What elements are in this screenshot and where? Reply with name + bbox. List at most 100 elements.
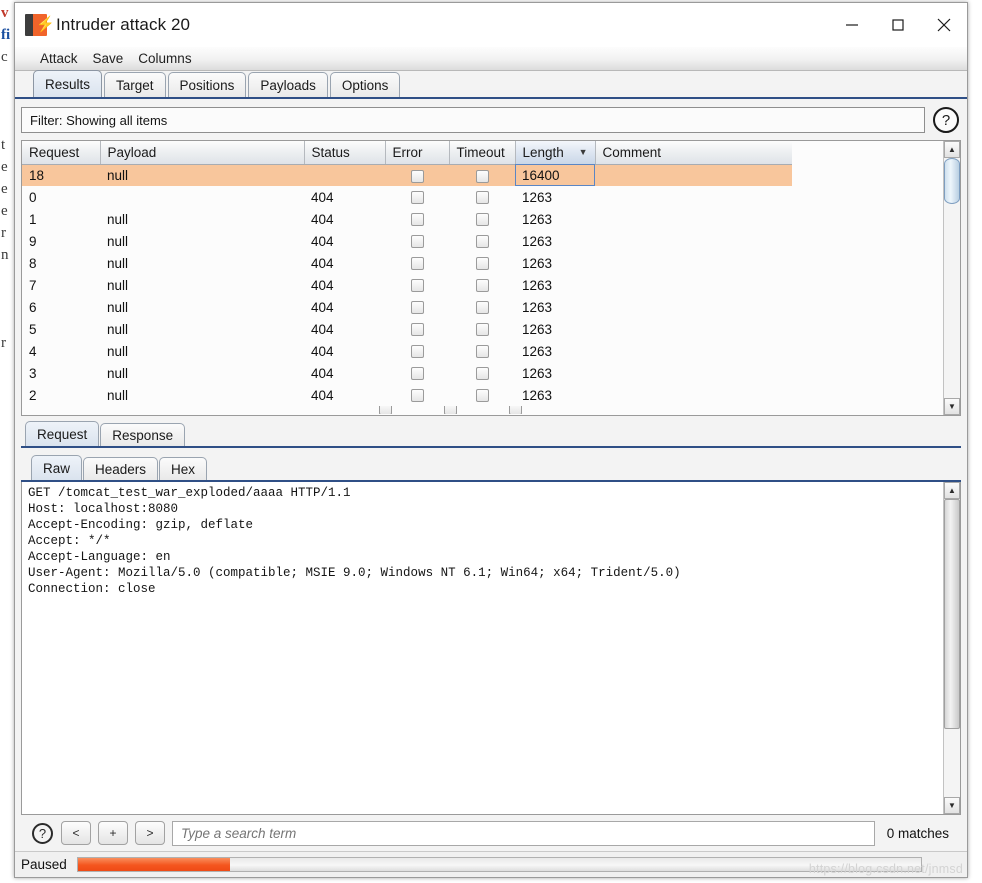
cell-timeout[interactable] [449, 362, 515, 384]
tab-response[interactable]: Response [100, 423, 185, 446]
checkbox-icon[interactable] [411, 191, 424, 204]
cell-status: 404 [304, 296, 385, 318]
checkbox-icon[interactable] [411, 367, 424, 380]
checkbox-icon[interactable] [476, 367, 489, 380]
checkbox-icon[interactable] [476, 235, 489, 248]
cell-error[interactable] [385, 230, 449, 252]
maximize-icon[interactable] [875, 3, 921, 47]
filter-bar[interactable]: Filter: Showing all items [21, 107, 925, 133]
column-header-status[interactable]: Status [304, 141, 385, 164]
checkbox-icon[interactable] [411, 170, 424, 183]
tab-results[interactable]: Results [33, 70, 102, 97]
checkbox-icon[interactable] [476, 257, 489, 270]
request-scrollbar[interactable]: ▲ ▼ [943, 482, 960, 814]
scroll-down-icon[interactable]: ▼ [944, 398, 960, 415]
scrollbar-thumb[interactable] [944, 158, 960, 204]
search-help-icon[interactable]: ? [32, 823, 53, 844]
search-next-button[interactable]: > [135, 821, 165, 845]
close-icon[interactable] [921, 3, 967, 47]
checkbox-icon[interactable] [411, 213, 424, 226]
attack-progress-bar [77, 857, 922, 872]
checkbox-icon[interactable] [411, 389, 424, 402]
request-raw-text[interactable]: GET /tomcat_test_war_exploded/aaaa HTTP/… [22, 482, 943, 814]
menu-item-columns[interactable]: Columns [131, 50, 198, 67]
results-table-scrollbar[interactable]: ▲ ▼ [943, 141, 960, 415]
checkbox-icon[interactable] [476, 389, 489, 402]
checkbox-icon[interactable] [476, 301, 489, 314]
table-row[interactable]: 7null4041263 [22, 274, 792, 296]
table-row[interactable]: 1null4041263 [22, 208, 792, 230]
search-add-button[interactable]: + [98, 821, 128, 845]
cell-error[interactable] [385, 362, 449, 384]
cell-timeout[interactable] [449, 384, 515, 406]
checkbox-icon[interactable] [411, 323, 424, 336]
column-header-comment[interactable]: Comment [595, 141, 792, 164]
table-row[interactable]: 5null4041263 [22, 318, 792, 340]
column-header-request[interactable]: Request [22, 141, 100, 164]
tab-positions[interactable]: Positions [168, 72, 247, 97]
cell-timeout[interactable] [449, 164, 515, 186]
scroll-up-icon[interactable]: ▲ [944, 141, 960, 158]
tab-headers[interactable]: Headers [83, 457, 158, 480]
minimize-icon[interactable] [829, 3, 875, 47]
tab-hex[interactable]: Hex [159, 457, 207, 480]
cell-comment [595, 296, 792, 318]
checkbox-icon[interactable] [411, 301, 424, 314]
column-header-timeout[interactable]: Timeout [449, 141, 515, 164]
cell-timeout[interactable] [449, 296, 515, 318]
tab-raw[interactable]: Raw [31, 455, 82, 480]
checkbox-icon[interactable] [476, 170, 489, 183]
search-previous-button[interactable]: < [61, 821, 91, 845]
column-header-payload[interactable]: Payload [100, 141, 304, 164]
scrollbar-track[interactable] [944, 499, 960, 797]
checkbox-icon[interactable] [476, 191, 489, 204]
cell-error[interactable] [385, 384, 449, 406]
cell-timeout[interactable] [449, 340, 515, 362]
table-row[interactable]: 2null4041263 [22, 384, 792, 406]
scroll-down-icon[interactable]: ▼ [944, 797, 960, 814]
checkbox-icon[interactable] [476, 213, 489, 226]
tab-options[interactable]: Options [330, 72, 401, 97]
cell-timeout[interactable] [449, 274, 515, 296]
cell-error[interactable] [385, 274, 449, 296]
cell-error[interactable] [385, 318, 449, 340]
table-row[interactable]: 9null4041263 [22, 230, 792, 252]
checkbox-icon[interactable] [411, 345, 424, 358]
tab-target[interactable]: Target [104, 72, 166, 97]
checkbox-icon[interactable] [411, 235, 424, 248]
column-header-length[interactable]: Length ▼ [515, 141, 595, 164]
cell-error[interactable] [385, 186, 449, 208]
cell-error[interactable] [385, 296, 449, 318]
checkbox-icon[interactable] [476, 345, 489, 358]
cell-error[interactable] [385, 252, 449, 274]
cell-timeout[interactable] [449, 230, 515, 252]
cell-timeout[interactable] [449, 318, 515, 340]
column-header-error[interactable]: Error [385, 141, 449, 164]
cell-timeout[interactable] [449, 208, 515, 230]
cell-error[interactable] [385, 208, 449, 230]
table-row[interactable]: 04041263 [22, 186, 792, 208]
checkbox-icon[interactable] [411, 279, 424, 292]
checkbox-icon[interactable] [476, 323, 489, 336]
search-input[interactable] [172, 821, 875, 846]
scroll-up-icon[interactable]: ▲ [944, 482, 960, 499]
checkbox-icon[interactable] [411, 257, 424, 270]
cell-error[interactable] [385, 164, 449, 186]
checkbox-icon[interactable] [476, 279, 489, 292]
help-icon[interactable]: ? [933, 107, 959, 133]
scrollbar-track[interactable] [944, 158, 960, 398]
results-table-region: Request Payload Status Error Timeout Len… [21, 140, 961, 416]
table-row[interactable]: 6null4041263 [22, 296, 792, 318]
cell-timeout[interactable] [449, 186, 515, 208]
table-row[interactable]: 4null4041263 [22, 340, 792, 362]
table-row[interactable]: 18null16400 [22, 164, 792, 186]
table-row[interactable]: 8null4041263 [22, 252, 792, 274]
scrollbar-thumb[interactable] [944, 499, 960, 729]
menu-item-attack[interactable]: Attack [33, 50, 85, 67]
tab-request[interactable]: Request [25, 421, 99, 446]
tab-payloads[interactable]: Payloads [248, 72, 328, 97]
menu-item-save[interactable]: Save [86, 50, 131, 67]
cell-error[interactable] [385, 340, 449, 362]
cell-timeout[interactable] [449, 252, 515, 274]
table-row[interactable]: 3null4041263 [22, 362, 792, 384]
